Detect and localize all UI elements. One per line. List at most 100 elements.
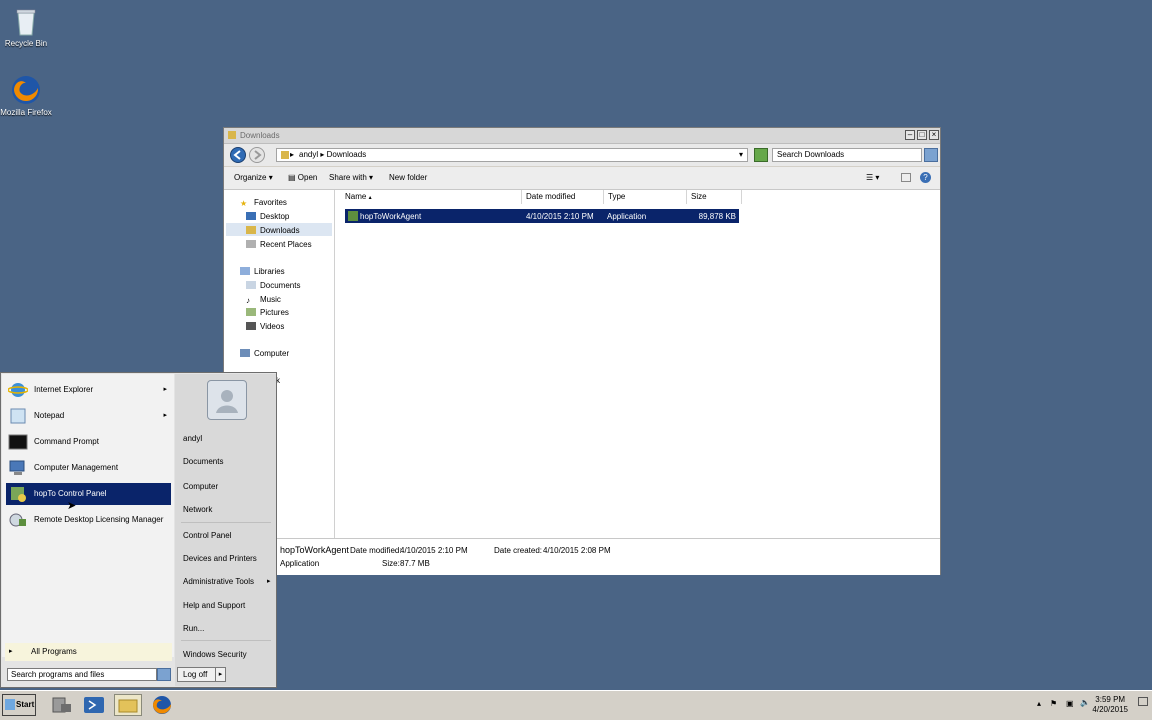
start-button[interactable]: Start <box>2 694 36 716</box>
nav-item-documents[interactable]: Documents <box>246 281 300 290</box>
nav-item-recent-places[interactable]: Recent Places <box>246 240 312 249</box>
nav-item-music[interactable]: ♪ Music <box>246 295 281 305</box>
search-icon[interactable] <box>924 148 938 162</box>
start-search-input[interactable]: Search programs and files <box>7 668 157 681</box>
start-item-computer-management[interactable]: Computer Management <box>6 457 171 479</box>
start-item-notepad[interactable]: Notepad ▸ <box>6 405 171 427</box>
nav-item-favorites[interactable]: ★ Favorites <box>240 198 287 208</box>
start-right-devices-printers[interactable]: Devices and Printers <box>183 554 257 563</box>
clock-time: 3:59 PM <box>1095 695 1126 704</box>
desktop-icon-label: Recycle Bin <box>4 39 48 48</box>
share-with-button[interactable]: Share with ▾ <box>329 173 373 182</box>
details-file-name: hopToWorkAgent <box>280 545 349 555</box>
start-label: Start <box>16 700 35 709</box>
help-icon[interactable]: ? <box>920 172 931 183</box>
search-icon[interactable] <box>157 668 171 681</box>
show-desktop-icon[interactable] <box>1138 697 1148 706</box>
breadcrumb-item-downloads[interactable]: Downloads <box>327 150 367 159</box>
desktop-icon-recycle-bin[interactable]: Recycle Bin <box>0 5 56 48</box>
breadcrumb-item-user[interactable]: andyl <box>299 150 318 159</box>
address-field[interactable]: ▸ andyl ▸ Downloads ▾ <box>276 148 748 162</box>
clock[interactable]: 3:59 PM 4/20/2015 <box>1092 695 1128 715</box>
hopto-control-panel-icon <box>8 485 28 503</box>
network-icon[interactable]: ▣ <box>1066 699 1074 708</box>
refresh-button[interactable] <box>754 148 768 162</box>
close-button[interactable]: × <box>929 130 939 140</box>
taskbar-powershell[interactable] <box>80 694 108 716</box>
start-right-network[interactable]: Network <box>183 505 212 514</box>
start-item-label: Computer Management <box>34 463 119 472</box>
nav-label: Videos <box>260 322 285 331</box>
start-right-computer[interactable]: Computer <box>183 482 218 491</box>
column-header-type[interactable]: Type <box>604 190 687 204</box>
nav-label: Documents <box>260 281 301 290</box>
windows-logo-icon <box>5 699 15 710</box>
sort-up-icon: ▴ <box>368 195 372 201</box>
submenu-arrow-icon: ▸ <box>163 412 167 419</box>
start-right-control-panel[interactable]: Control Panel <box>183 531 231 540</box>
nav-item-downloads[interactable]: Downloads <box>246 226 300 235</box>
back-button[interactable] <box>230 147 246 163</box>
details-date-created-label: Date created: <box>494 546 543 555</box>
open-button[interactable]: ▤ Open <box>288 173 317 182</box>
start-right-admin-tools[interactable]: Administrative Tools ▸ <box>183 577 271 586</box>
taskbar-explorer[interactable] <box>114 694 142 716</box>
share-with-label: Share with <box>329 173 367 182</box>
start-item-hopto-control-panel[interactable]: hopTo Control Panel <box>6 483 171 505</box>
nav-label: Desktop <box>260 212 290 221</box>
view-options-icon[interactable]: ☰ ▾ <box>866 173 879 182</box>
taskbar-firefox[interactable] <box>148 694 176 716</box>
window-titlebar[interactable]: Downloads – □ × <box>224 128 940 144</box>
folder-icon <box>228 131 236 139</box>
avatar[interactable] <box>207 380 247 420</box>
column-header-name[interactable]: Name ▴ <box>341 190 522 204</box>
taskbar-server-manager[interactable] <box>47 694 75 716</box>
show-hidden-icons-icon[interactable]: ▴ <box>1037 699 1041 708</box>
minimize-button[interactable]: – <box>905 130 915 140</box>
column-header-size[interactable]: Size <box>687 190 742 204</box>
volume-icon[interactable]: 🔈 <box>1080 698 1090 707</box>
start-right-documents[interactable]: Documents <box>183 457 223 466</box>
open-icon: ▤ <box>288 173 296 182</box>
start-menu-programs: Internet Explorer ▸ Notepad ▸ Command Pr… <box>2 374 174 657</box>
nav-item-pictures[interactable]: Pictures <box>246 308 289 317</box>
desktop-icon <box>246 212 256 220</box>
start-item-command-prompt[interactable]: Command Prompt <box>6 431 171 453</box>
start-right-user[interactable]: andyl <box>183 434 202 443</box>
organize-button[interactable]: Organize ▾ <box>234 173 273 182</box>
folder-icon <box>281 151 289 159</box>
start-item-remote-desktop-licensing[interactable]: Remote Desktop Licensing Manager <box>6 509 171 531</box>
shutdown-options-button[interactable]: ▸ <box>215 667 226 682</box>
action-center-flag-icon[interactable]: ⚑ <box>1050 699 1057 708</box>
details-type: Application <box>280 559 320 568</box>
all-programs-label: All Programs <box>31 647 77 656</box>
start-right-help-support[interactable]: Help and Support <box>183 601 245 610</box>
forward-button[interactable] <box>249 147 265 163</box>
preview-pane-icon[interactable] <box>901 173 911 182</box>
clock-date: 4/20/2015 <box>1092 705 1128 714</box>
downloads-folder-icon <box>246 226 256 234</box>
powershell-icon <box>84 697 104 713</box>
new-folder-button[interactable]: New folder <box>389 173 427 182</box>
chevron-down-icon[interactable]: ▾ <box>739 149 743 161</box>
start-item-internet-explorer[interactable]: Internet Explorer ▸ <box>6 379 171 401</box>
desktop-icon-firefox[interactable]: Mozilla Firefox <box>0 74 56 117</box>
column-header-date-modified[interactable]: Date modified <box>522 190 604 204</box>
all-programs-button[interactable]: ▸ All Programs <box>5 643 172 661</box>
nav-item-computer[interactable]: Computer <box>240 349 289 358</box>
log-off-label: Log off <box>183 670 208 679</box>
start-right-windows-security[interactable]: Windows Security <box>183 650 247 659</box>
organize-label: Organize <box>234 173 267 182</box>
table-row[interactable]: hopToWorkAgent 4/10/2015 2:10 PM Applica… <box>345 209 739 223</box>
maximize-button[interactable]: □ <box>917 130 927 140</box>
pictures-icon <box>246 308 256 316</box>
nav-item-desktop[interactable]: Desktop <box>246 212 289 221</box>
details-date-modified-label: Date modified: <box>350 546 402 555</box>
start-right-run[interactable]: Run... <box>183 624 204 633</box>
nav-item-videos[interactable]: Videos <box>246 322 284 331</box>
nav-item-libraries[interactable]: Libraries <box>240 267 285 276</box>
arrow-right-icon <box>254 150 262 160</box>
nav-label: Music <box>260 295 281 304</box>
search-input[interactable]: Search Downloads <box>772 148 922 162</box>
file-type: Application <box>607 212 647 221</box>
